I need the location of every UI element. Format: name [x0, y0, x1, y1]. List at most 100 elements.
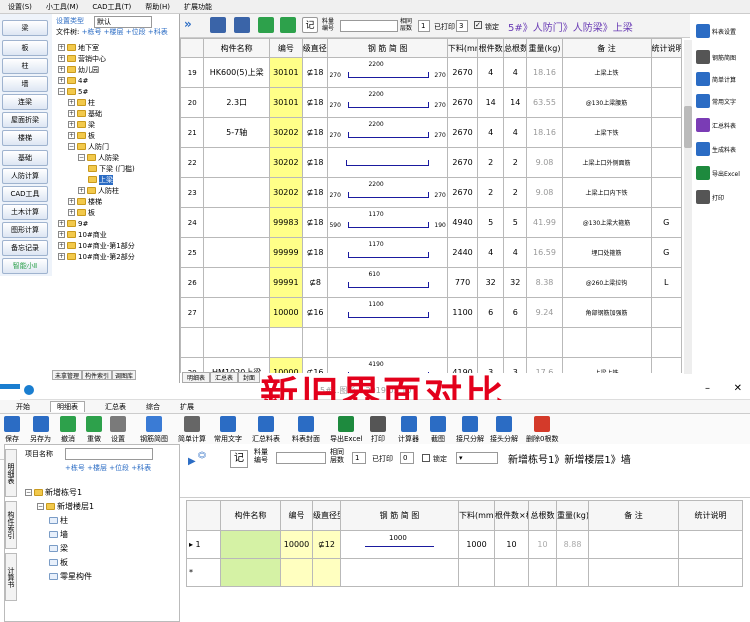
- new-table-cell[interactable]: [494, 558, 529, 587]
- old-table-cell[interactable]: 5: [477, 207, 505, 238]
- old-tree-node[interactable]: + 板: [68, 130, 95, 141]
- new-ribbon-button[interactable]: 接头分解: [490, 416, 518, 444]
- old-right-button[interactable]: 料表设置: [696, 24, 750, 38]
- old-table-cell[interactable]: 2.3口: [203, 87, 270, 118]
- new-table-cell[interactable]: [556, 558, 589, 587]
- new-tree-node[interactable]: − 新增栋号1: [25, 487, 82, 498]
- note-icon[interactable]: 记: [302, 17, 318, 33]
- old-table-cell[interactable]: @130上梁大箍筋: [561, 207, 652, 238]
- expand-toggle-icon[interactable]: +: [68, 209, 75, 216]
- old-table-cell[interactable]: HK600(5)上梁: [203, 57, 270, 88]
- old-table-cell[interactable]: 30101: [268, 87, 303, 118]
- old-table-cell[interactable]: 18.16: [526, 117, 563, 148]
- close-button[interactable]: ✕: [734, 383, 742, 394]
- old-tree-node[interactable]: − 人防门: [68, 141, 109, 152]
- new-table-cell[interactable]: [220, 558, 281, 587]
- old-table-cell[interactable]: 10000: [268, 297, 303, 328]
- old-tree-node[interactable]: + 基础: [68, 108, 102, 119]
- old-table-cell[interactable]: 1170: [327, 237, 448, 268]
- old-scrollbar-thumb[interactable]: [684, 106, 692, 148]
- old-table-cell[interactable]: 14: [503, 87, 528, 118]
- new-table-cell[interactable]: 10: [528, 530, 557, 559]
- old-tree-node[interactable]: + 营销中心: [58, 53, 106, 64]
- old-table-cell[interactable]: 270 2200 270: [327, 177, 448, 208]
- new-tree-filters[interactable]: +栋号 +楼层 +位段 +科表: [65, 463, 151, 473]
- new-ribbon-button[interactable]: 截图: [430, 416, 446, 444]
- old-table-cell[interactable]: 41.99: [526, 207, 563, 238]
- new-table-cell[interactable]: [220, 530, 281, 559]
- new-tree-node[interactable]: 柱: [49, 515, 68, 526]
- new-ribbon-button[interactable]: 简单计算: [178, 416, 206, 444]
- expand-toggle-icon[interactable]: −: [58, 88, 65, 95]
- old-left-button[interactable]: 备忘记录: [2, 240, 48, 256]
- old-table-cell[interactable]: [268, 327, 303, 358]
- project-input[interactable]: [65, 448, 153, 460]
- old-right-button[interactable]: 导出Excel: [696, 166, 750, 180]
- old-table-cell[interactable]: ⊈18: [301, 117, 329, 148]
- old-tree-node[interactable]: − 人防梁: [78, 152, 119, 163]
- old-table-cell[interactable]: 270 2200 270: [327, 117, 448, 148]
- old-table-cell[interactable]: 30101: [268, 57, 303, 88]
- old-table-cell[interactable]: ⊈18: [301, 57, 329, 88]
- new-table-cell[interactable]: 1000: [340, 530, 459, 559]
- old-table-cell[interactable]: 9.24: [526, 297, 563, 328]
- old-table-cell[interactable]: 17.6: [526, 357, 563, 373]
- old-table-cell[interactable]: 14: [477, 87, 505, 118]
- old-bottom-tab[interactable]: 封面: [238, 372, 261, 383]
- old-left-button[interactable]: CAD工具: [2, 186, 48, 202]
- old-table-cell[interactable]: [203, 297, 270, 328]
- old-table-cell[interactable]: 770: [446, 267, 479, 298]
- save-icon[interactable]: [210, 17, 226, 33]
- old-table-cell[interactable]: 21: [180, 117, 205, 148]
- old-table-cell[interactable]: 2670: [446, 57, 479, 88]
- old-table-cell[interactable]: 1100: [446, 297, 479, 328]
- old-table-cell[interactable]: 24: [180, 207, 205, 238]
- old-table-cell[interactable]: [301, 327, 329, 358]
- old-table-cell[interactable]: 上梁上铁: [561, 57, 652, 88]
- old-bottom-tab[interactable]: 汇总表: [210, 372, 239, 383]
- expand-toggle-icon[interactable]: +: [58, 253, 65, 260]
- old-tree-node[interactable]: + 地下室: [58, 42, 99, 53]
- old-table-cell[interactable]: 6: [503, 297, 528, 328]
- old-tree-node[interactable]: + 梁: [68, 119, 95, 130]
- new-ribbon-button[interactable]: 料表封面: [292, 416, 320, 444]
- new-code-input[interactable]: [276, 452, 326, 464]
- new-table-cell[interactable]: 8.88: [556, 530, 589, 559]
- old-table-cell[interactable]: [327, 147, 448, 178]
- new-table-cell[interactable]: 10: [494, 530, 529, 559]
- old-table-cell[interactable]: 2670: [446, 147, 479, 178]
- old-table-row[interactable]: [180, 327, 682, 358]
- old-right-button[interactable]: 生成料表: [696, 142, 750, 156]
- old-right-button[interactable]: 简单计算: [696, 72, 750, 86]
- new-ribbon-button[interactable]: 打印: [370, 416, 386, 444]
- new-ribbon-button[interactable]: 计算器: [398, 416, 419, 444]
- old-table-cell[interactable]: 2: [477, 147, 505, 178]
- old-table-cell[interactable]: [503, 327, 528, 358]
- expand-toggle-icon[interactable]: +: [78, 187, 85, 194]
- old-tree-node[interactable]: + 板: [68, 207, 95, 218]
- old-table-cell[interactable]: 270 2200 270: [327, 57, 448, 88]
- old-table-cell[interactable]: [203, 267, 270, 298]
- new-table-cell[interactable]: [312, 558, 341, 587]
- old-code-input[interactable]: [340, 20, 398, 32]
- old-tree-node[interactable]: +10#商业: [58, 229, 107, 240]
- old-table-cell[interactable]: 5-7轴: [203, 117, 270, 148]
- old-table-cell[interactable]: 99983: [268, 207, 303, 238]
- expand-toggle-icon[interactable]: +: [68, 198, 75, 205]
- expand-toggle-icon[interactable]: −: [68, 143, 75, 150]
- old-table-cell[interactable]: 上梁下铁: [561, 117, 652, 148]
- new-ribbon-button[interactable]: 导出Excel: [330, 416, 363, 444]
- expand-toggle-icon[interactable]: +: [58, 220, 65, 227]
- old-table-cell[interactable]: 4: [503, 237, 528, 268]
- old-tree-node[interactable]: +10#商业-第1部分: [58, 240, 135, 251]
- old-table-row[interactable]: 19 HK600(5)上梁 30101 ⊈18 270 2200 270 2670 4 4 18.1…: [180, 57, 682, 88]
- new-printed-input[interactable]: 0: [400, 452, 414, 464]
- new-side-tab[interactable]: 构件索引: [5, 501, 17, 549]
- new-ribbon-button[interactable]: 汇总料表: [252, 416, 280, 444]
- old-table-cell[interactable]: ⊈18: [301, 237, 329, 268]
- old-table-cell[interactable]: 9.08: [526, 147, 563, 178]
- old-table-cell[interactable]: ⊈8: [301, 267, 329, 298]
- old-same-input[interactable]: 1: [418, 20, 430, 32]
- expand-toggle-icon[interactable]: +: [58, 55, 65, 62]
- new-ribbon-tab[interactable]: 汇总表: [105, 402, 126, 412]
